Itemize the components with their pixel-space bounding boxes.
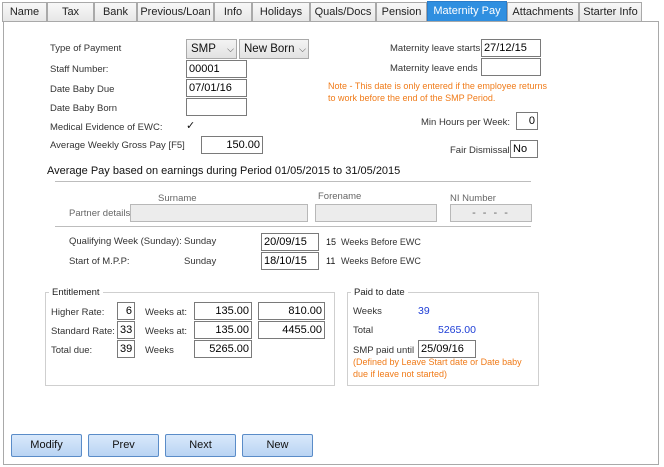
standard-rate-amount-field[interactable]: 135.00: [194, 321, 252, 339]
tab-starter-info[interactable]: Starter Info: [579, 2, 642, 22]
smp-paid-until-note: (Defined by Leave Start date or Date bab…: [353, 357, 522, 379]
entitlement-title: Entitlement: [49, 287, 103, 298]
fair-dismissal-field[interactable]: No: [510, 140, 538, 158]
qualifying-week-weeks: 15: [326, 237, 337, 247]
medical-evidence-checkbox[interactable]: ✓: [186, 120, 198, 132]
start-mpp-date[interactable]: 18/10/15: [261, 252, 319, 270]
tab-bank[interactable]: Bank: [94, 2, 137, 22]
qualifying-week-day: Sunday: [184, 236, 217, 247]
birth-type-select[interactable]: New Born ⌵: [239, 39, 309, 59]
standard-rate-weeks-field[interactable]: 33: [117, 321, 135, 339]
payment-type-value: SMP: [191, 43, 216, 55]
divider: [55, 226, 531, 227]
start-mpp-weeks: 11: [326, 256, 336, 266]
avg-weekly-gross-field[interactable]: 150.00: [201, 136, 263, 154]
partner-ni-field[interactable]: - - - -: [450, 204, 532, 222]
leave-starts-field[interactable]: 27/12/15: [481, 39, 541, 57]
partner-details-label: Partner details: [69, 208, 131, 219]
min-hours-label: Min Hours per Week:: [421, 117, 511, 128]
avg-weekly-gross-label: Average Weekly Gross Pay [F5]: [50, 140, 185, 151]
staff-number-field[interactable]: 00001: [186, 60, 247, 78]
ni-number-header: NI Number: [450, 193, 496, 204]
higher-rate-weeks-field[interactable]: 6: [117, 302, 135, 320]
total-due-amount-field[interactable]: 5265.00: [194, 340, 252, 358]
date-baby-born-field[interactable]: [186, 98, 247, 116]
medical-evidence-label: Medical Evidence of EWC:: [50, 122, 163, 133]
tab-holidays[interactable]: Holidays: [252, 2, 310, 22]
divider: [55, 181, 531, 182]
paid-total-label: Total: [353, 325, 374, 336]
next-button[interactable]: Next: [165, 434, 236, 457]
forename-header: Forename: [318, 191, 362, 202]
smp-paid-until-label: SMP paid until: [353, 345, 415, 356]
partner-surname-field[interactable]: [130, 204, 308, 222]
staff-number-label: Staff Number:: [50, 64, 109, 75]
start-mpp-day: Sunday: [184, 256, 217, 267]
qualifying-week-label: Qualifying Week (Sunday):: [69, 236, 182, 247]
higher-rate-weeks-at: Weeks at:: [145, 307, 188, 318]
higher-rate-total-field[interactable]: 810.00: [258, 302, 325, 320]
date-baby-due-field[interactable]: 07/01/16: [186, 79, 247, 97]
leave-ends-note: Note - This date is only entered if the …: [328, 81, 547, 103]
start-mpp-label: Start of M.P.P:: [69, 256, 130, 267]
date-baby-due-label: Date Baby Due: [50, 84, 115, 95]
tab-name[interactable]: Name: [2, 2, 47, 22]
standard-rate-total-field[interactable]: 4455.00: [258, 321, 325, 339]
fair-dismissal-label: Fair Dismissal:: [450, 145, 513, 156]
standard-rate-weeks-at: Weeks at:: [145, 326, 188, 337]
paid-weeks-label: Weeks: [353, 306, 382, 317]
birth-type-value: New Born: [244, 43, 295, 55]
leave-ends-label: Maternity leave ends: [390, 63, 478, 74]
chevron-down-icon: ⌵: [227, 44, 234, 54]
total-due-weeks-field[interactable]: 39: [117, 340, 135, 358]
total-due-label: Total due:: [51, 345, 93, 356]
tab-pension[interactable]: Pension: [376, 2, 427, 22]
paid-total-value: 5265.00: [438, 324, 476, 336]
chevron-down-icon: ⌵: [299, 44, 306, 54]
standard-rate-label: Standard Rate:: [51, 326, 115, 337]
surname-header: Surname: [158, 193, 197, 204]
higher-rate-label: Higher Rate:: [51, 307, 105, 318]
qualifying-week-suffix: Weeks Before EWC: [341, 237, 421, 247]
qualifying-week-date[interactable]: 20/09/15: [261, 233, 319, 251]
average-pay-heading: Average Pay based on earnings during Per…: [47, 165, 401, 177]
tab-info[interactable]: Info: [214, 2, 252, 22]
min-hours-field[interactable]: 0: [516, 112, 538, 130]
tab-quals-docs[interactable]: Quals/Docs: [310, 2, 376, 22]
paid-weeks-value: 39: [418, 305, 430, 317]
prev-button[interactable]: Prev: [88, 434, 159, 457]
payment-type-select[interactable]: SMP ⌵: [186, 39, 237, 59]
tab-attachments[interactable]: Attachments: [507, 2, 579, 22]
tab-previous-loan[interactable]: Previous/Loan: [137, 2, 214, 22]
date-baby-born-label: Date Baby Born: [50, 103, 118, 114]
leave-starts-label: Maternity leave starts: [390, 43, 481, 54]
higher-rate-amount-field[interactable]: 135.00: [194, 302, 252, 320]
new-button[interactable]: New: [242, 434, 313, 457]
type-of-payment-label: Type of Payment: [50, 43, 122, 54]
tab-tax[interactable]: Tax: [47, 2, 94, 22]
tab-bar: Name Tax Bank Previous/Loan Info Holiday…: [0, 0, 664, 22]
modify-button[interactable]: Modify: [11, 434, 82, 457]
total-due-weeks-label: Weeks: [145, 345, 174, 356]
start-mpp-suffix: Weeks Before EWC: [341, 256, 421, 266]
leave-ends-field[interactable]: [481, 58, 541, 76]
partner-forename-field[interactable]: [315, 204, 437, 222]
paid-to-date-title: Paid to date: [351, 287, 408, 298]
tab-maternity-pay[interactable]: Maternity Pay: [427, 1, 507, 22]
